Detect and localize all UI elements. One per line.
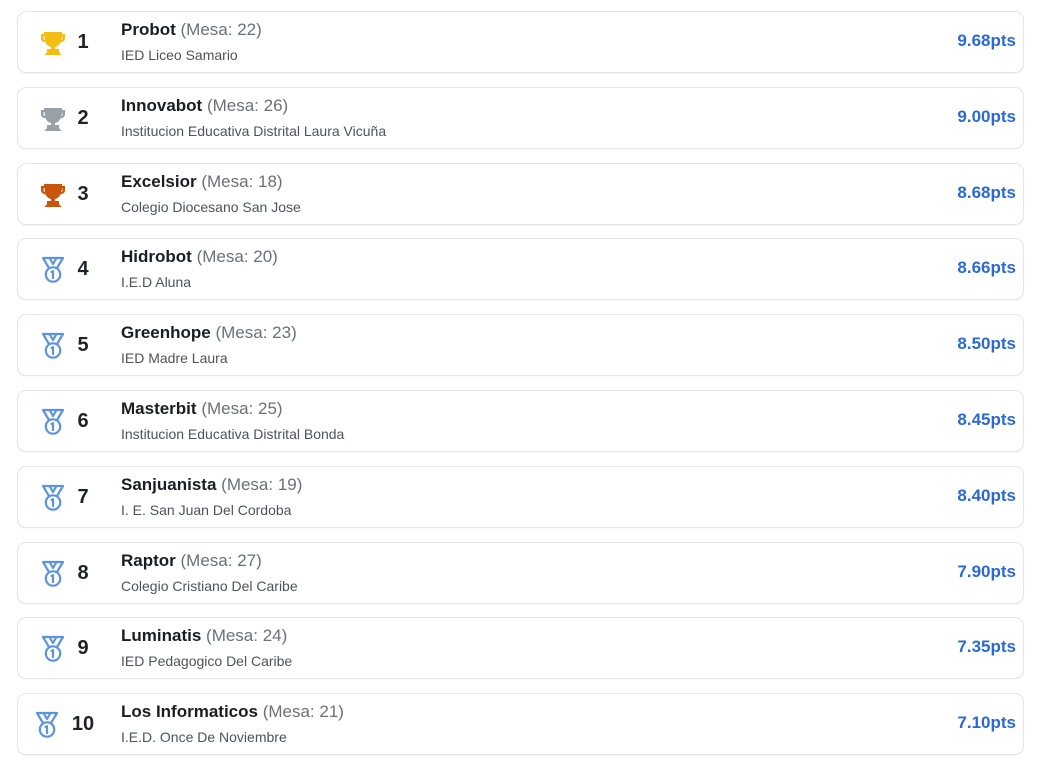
- table-number: (Mesa: 21): [262, 702, 344, 722]
- gold-trophy-icon: [38, 28, 68, 58]
- team-heading: Hidrobot (Mesa: 20): [121, 247, 278, 267]
- medal-icon: [38, 331, 68, 361]
- school-name: Colegio Diocesano San Jose: [121, 198, 301, 215]
- team-heading: Masterbit (Mesa: 25): [121, 399, 283, 419]
- team-name: Probot: [121, 20, 176, 39]
- team-name: Sanjuanista: [121, 474, 217, 494]
- team-heading: Excelsior (Mesa: 18): [121, 172, 283, 192]
- team-name: Greenhope: [121, 323, 211, 343]
- medal-icon: [32, 710, 62, 740]
- ranking-row: 7 Sanjuanista (Mesa: 19) I. E. San Juan De…: [17, 465, 1024, 528]
- team-name: Masterbit: [121, 398, 197, 418]
- team-name: Raptor: [121, 550, 176, 570]
- medal-icon: [38, 634, 68, 664]
- silver-trophy-icon: [38, 104, 68, 134]
- score-value: 7.90pts: [957, 561, 1016, 581]
- score-value: 7.10pts: [957, 713, 1016, 733]
- score-value: 9.00pts: [957, 106, 1016, 126]
- rank-number: 10: [71, 713, 95, 736]
- school-name: Institucion Educativa Distrital Bonda: [121, 425, 345, 442]
- rank-number: 9: [77, 637, 89, 660]
- ranking-row: 5 Greenhope (Mesa: 23) IED Madre Laura 8.50…: [17, 314, 1024, 377]
- ranking-row: 8 Raptor (Mesa: 27) Colegio Cristiano Del …: [17, 541, 1024, 604]
- score-value: 9.68pts: [957, 31, 1016, 50]
- medal-icon: [38, 407, 68, 437]
- team-heading: Innovabot (Mesa: 26): [121, 96, 288, 116]
- rank-number: 8: [77, 561, 89, 584]
- score-value: 8.66pts: [957, 258, 1016, 278]
- table-number: (Mesa: 27): [180, 550, 262, 570]
- table-number: (Mesa: 24): [206, 626, 288, 646]
- ranking-list: 1 Probot (Mesa: 22) IED Liceo Samario 9.68p…: [17, 11, 1024, 769]
- rank-number: 3: [77, 182, 89, 205]
- team-name: Innovabot: [121, 95, 203, 115]
- medal-icon: [38, 483, 68, 513]
- ranking-row: 4 Hidrobot (Mesa: 20) I.E.D Aluna 8.66pts: [17, 238, 1024, 301]
- table-number: (Mesa: 26): [206, 95, 289, 115]
- ranking-row: 9 Luminatis (Mesa: 24) IED Pedagogico Del …: [17, 617, 1024, 680]
- score-value: 8.45pts: [957, 409, 1016, 429]
- team-heading: Greenhope (Mesa: 23): [121, 323, 297, 343]
- team-heading: Luminatis (Mesa: 24): [121, 626, 287, 646]
- team-heading: Sanjuanista (Mesa: 19): [121, 475, 302, 495]
- team-heading: Probot (Mesa: 22): [121, 20, 262, 40]
- score-value: 8.40pts: [957, 485, 1016, 505]
- score-value: 8.50pts: [957, 334, 1016, 354]
- table-number: (Mesa: 20): [196, 247, 278, 267]
- school-name: IED Madre Laura: [121, 350, 228, 367]
- rank-number: 1: [77, 31, 89, 53]
- rank-number: 2: [77, 106, 89, 129]
- school-name: Colegio Cristiano Del Caribe: [121, 577, 298, 594]
- table-number: (Mesa: 19): [221, 474, 303, 494]
- rank-number: 5: [77, 334, 89, 357]
- team-name: Luminatis: [121, 626, 202, 646]
- school-name: IED Pedagogico Del Caribe: [121, 653, 293, 670]
- ranking-row: 10 Los Informaticos (Mesa: 21) I.E.D. Once…: [17, 693, 1024, 756]
- score-value: 8.68pts: [957, 182, 1016, 202]
- ranking-row: 3 Excelsior (Mesa: 18) Colegio Diocesano S…: [17, 162, 1024, 225]
- school-name: IED Liceo Samario: [121, 47, 238, 63]
- school-name: I.E.D. Once De Noviembre: [121, 729, 287, 746]
- team-name: Excelsior: [121, 171, 197, 191]
- team-name: Hidrobot: [121, 247, 192, 267]
- ranking-row: 2 Innovabot (Mesa: 26) Institucion Educati…: [17, 86, 1024, 149]
- rank-number: 7: [77, 485, 89, 508]
- table-number: (Mesa: 25): [201, 398, 283, 418]
- rank-number: 6: [77, 409, 89, 432]
- team-heading: Los Informaticos (Mesa: 21): [121, 702, 344, 722]
- school-name: I. E. San Juan Del Cordoba: [121, 501, 292, 518]
- school-name: I.E.D Aluna: [121, 274, 192, 291]
- ranking-row: 6 Masterbit (Mesa: 25) Institucion Educati…: [17, 389, 1024, 452]
- rank-number: 4: [77, 258, 89, 281]
- table-number: (Mesa: 22): [180, 20, 262, 39]
- table-number: (Mesa: 18): [201, 171, 283, 191]
- table-number: (Mesa: 23): [215, 323, 297, 343]
- score-value: 7.35pts: [957, 637, 1016, 657]
- ranking-row: 1 Probot (Mesa: 22) IED Liceo Samario 9.68p…: [17, 11, 1024, 73]
- bronze-trophy-icon: [38, 180, 68, 210]
- medal-icon: [38, 255, 68, 285]
- medal-icon: [38, 559, 68, 589]
- team-heading: Raptor (Mesa: 27): [121, 551, 262, 571]
- team-name: Los Informaticos: [121, 702, 258, 722]
- school-name: Institucion Educativa Distrital Laura Vi…: [121, 122, 387, 139]
